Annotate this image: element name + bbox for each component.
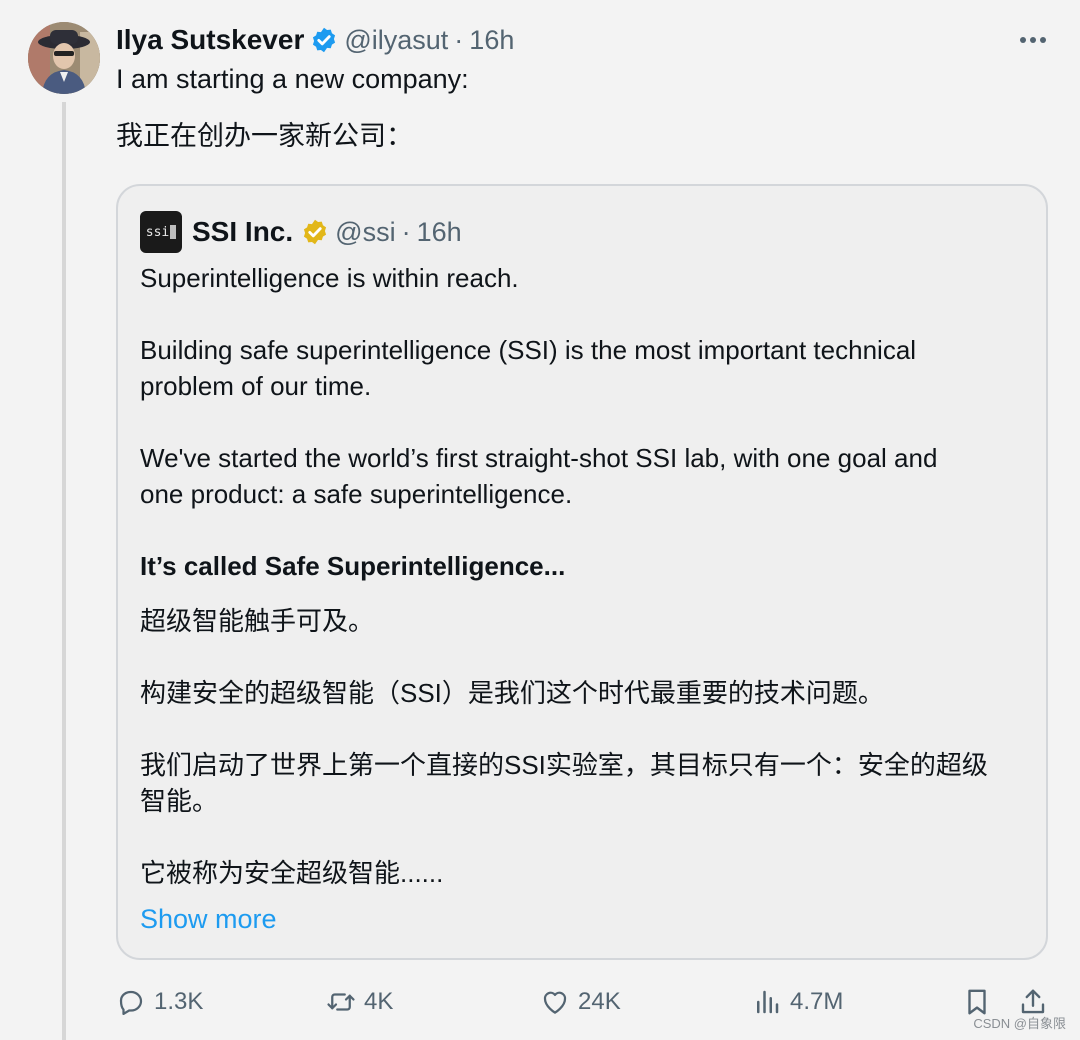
ssi-logo-text: ssi xyxy=(145,224,170,240)
repost-count: 4K xyxy=(364,988,394,1015)
quoted-author-handle[interactable]: @ssi xyxy=(335,217,395,248)
meta-separator: · xyxy=(401,216,411,247)
like-count: 24K xyxy=(578,988,621,1015)
views-icon xyxy=(757,990,779,1014)
quoted-text-line: 超级智能触手可及。 xyxy=(140,606,375,636)
quoted-tweet-timestamp[interactable]: 16h xyxy=(417,217,462,248)
reply-count: 1.3K xyxy=(154,988,204,1015)
quoted-tweet-header: ssi SSI Inc. @ssi · 16h xyxy=(140,210,462,254)
reply-button[interactable]: 1.3K xyxy=(116,984,203,1020)
quoted-text-heading: It’s called Safe Superintelligence... xyxy=(140,551,566,581)
show-more-link[interactable]: Show more xyxy=(140,904,277,935)
ssi-logo-cursor xyxy=(170,225,177,239)
thread-connector-line xyxy=(62,102,66,1040)
tweet-text-line: 我正在创办一家新公司： xyxy=(116,121,413,151)
tweet-timestamp[interactable]: 16h xyxy=(469,25,514,56)
tweet-text-line: I am starting a new company: xyxy=(116,64,469,94)
quoted-text-line: We've started the world’s first straight… xyxy=(140,443,938,473)
quoted-text-line: 我们启动了世界上第一个直接的SSI实验室，其目标只有一个：安全的超级 xyxy=(140,750,988,780)
quoted-text-line: 智能。 xyxy=(140,786,219,816)
author-avatar[interactable] xyxy=(28,22,100,94)
quoted-text-line: Building safe superintelligence (SSI) is… xyxy=(140,335,917,365)
views-count: 4.7M xyxy=(790,988,844,1015)
meta-separator: · xyxy=(454,24,464,55)
quoted-tweet-card[interactable]: ssi SSI Inc. @ssi · 16h Superintelligenc… xyxy=(116,184,1048,960)
author-name[interactable]: Ilya Sutskever xyxy=(116,24,304,56)
tweet-header: Ilya Sutskever @ilyasut · 16h xyxy=(116,22,514,58)
ssi-logo-avatar[interactable]: ssi xyxy=(140,211,182,253)
quoted-text-line: one product: a safe superintelligence. xyxy=(140,479,573,509)
reply-icon xyxy=(119,990,143,1015)
watermark-text: CSDN @自象限 xyxy=(973,1016,1066,1031)
author-handle[interactable]: @ilyasut xyxy=(344,25,448,56)
gold-verified-badge-icon xyxy=(304,219,327,245)
repost-button[interactable]: 4K xyxy=(326,984,393,1020)
quoted-author-name[interactable]: SSI Inc. xyxy=(192,216,293,248)
more-horizontal-icon[interactable] xyxy=(1018,26,1048,54)
quoted-text-line: 它被称为安全超级智能...... xyxy=(140,858,444,888)
views-button[interactable]: 4.7M xyxy=(752,984,843,1020)
quoted-text-line: problem of our time. xyxy=(140,371,372,401)
like-button[interactable]: 24K xyxy=(540,984,621,1020)
quoted-text-line: 构建安全的超级智能（SSI）是我们这个时代最重要的技术问题。 xyxy=(140,678,884,708)
like-icon xyxy=(543,991,567,1014)
quoted-text-line: Superintelligence is within reach. xyxy=(140,263,519,293)
repost-icon xyxy=(327,993,355,1011)
verified-badge-icon xyxy=(313,27,336,53)
